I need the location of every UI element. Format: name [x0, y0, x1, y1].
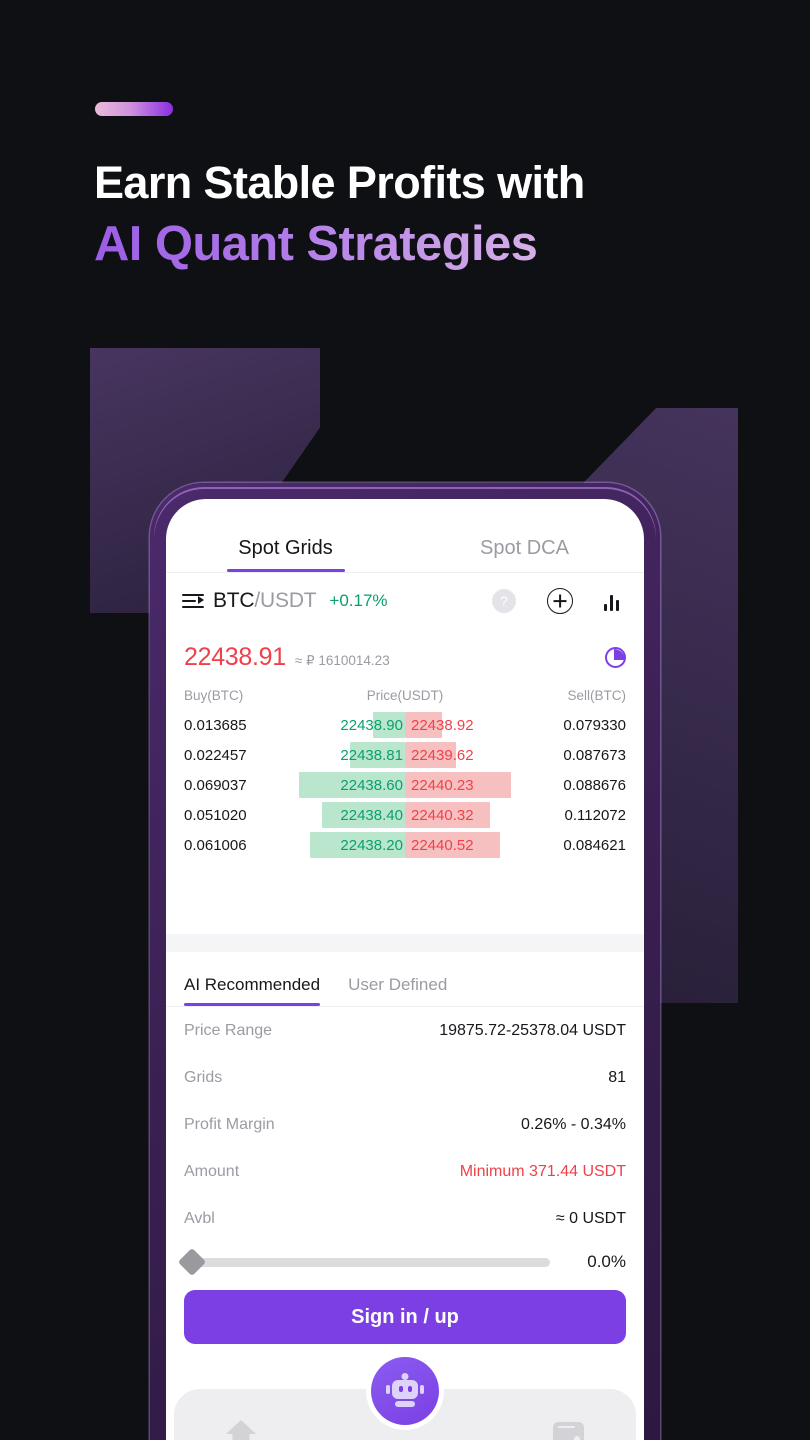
tab-user-defined[interactable]: User Defined	[348, 975, 447, 1006]
bid-price: 22438.20	[340, 836, 403, 854]
ask-price: 22438.92	[410, 716, 474, 734]
order-book-header: Buy(BTC) Price(USDT) Sell(BTC)	[184, 688, 626, 703]
last-price-converted: ≈ ₽ 1610014.23	[294, 653, 390, 668]
tab-ai-recommended-label: AI Recommended	[184, 975, 321, 994]
detail-label: Price Range	[184, 1021, 273, 1039]
col-sell-header: Sell(BTC)	[567, 688, 626, 703]
bid-price-cell: 22438.40	[299, 800, 405, 830]
detail-row: Profit Margin 0.26% - 0.34%	[166, 1101, 644, 1148]
ask-price: 22440.52	[410, 836, 474, 854]
detail-value: 81	[608, 1068, 626, 1086]
detail-row: Grids 81	[166, 1054, 644, 1101]
ask-price-cell: 22440.52	[404, 830, 511, 860]
robot-icon[interactable]	[371, 1357, 439, 1425]
filter-list-icon[interactable]	[182, 593, 204, 609]
sell-qty: 0.079330	[563, 716, 626, 734]
tab-spot-grids[interactable]: Spot Grids	[166, 537, 405, 572]
amount-slider-row: 0.0%	[166, 1242, 644, 1277]
ask-price: 22439.62	[410, 746, 474, 764]
detail-row: Price Range 19875.72-25378.04 USDT	[166, 1007, 644, 1054]
ask-price-cell: 22438.92	[404, 710, 511, 740]
strategy-details: Price Range 19875.72-25378.04 USDT Grids 81…	[166, 1007, 644, 1242]
home-icon[interactable]	[226, 1420, 256, 1440]
detail-value: 0.26% - 0.34%	[521, 1115, 626, 1133]
trading-pair[interactable]: BTC/USDT	[213, 589, 317, 613]
hero-headline: Earn Stable Profits with AI Quant Strate…	[94, 157, 774, 272]
bid-price: 22438.81	[340, 746, 403, 764]
pair-quote: USDT	[260, 589, 317, 612]
robot-glyph	[386, 1373, 424, 1409]
order-book-row[interactable]: 0.013685 22438.90 22438.92 0.079330	[184, 710, 626, 740]
sell-qty: 0.088676	[563, 776, 626, 794]
ask-price-cell: 22440.32	[404, 800, 511, 830]
plus-circle-icon[interactable]	[547, 588, 573, 614]
ask-price: 22440.23	[410, 776, 474, 794]
help-icon[interactable]: ?	[492, 589, 516, 613]
order-book-row[interactable]: 0.061006 22438.20 22440.52 0.084621	[184, 830, 626, 860]
ticker-bar: BTC/USDT +0.17% ?	[166, 573, 644, 629]
ask-price-cell: 22439.62	[404, 740, 511, 770]
detail-label: Profit Margin	[184, 1115, 275, 1133]
price-change-badge: +0.17%	[329, 591, 388, 610]
top-tab-bar: Spot Grids Spot DCA	[166, 499, 644, 572]
strategy-tab-bar: AI Recommended User Defined	[166, 952, 644, 1006]
buy-qty: 0.022457	[184, 746, 247, 764]
slider-percent-label: 0.0%	[587, 1252, 626, 1271]
buy-qty: 0.051020	[184, 806, 247, 824]
headline-line-2: AI Quant Strategies	[94, 217, 774, 272]
detail-value: 19875.72-25378.04 USDT	[439, 1021, 626, 1039]
tab-ai-recommended[interactable]: AI Recommended	[184, 975, 321, 1006]
cta-wrap: Sign in / up	[166, 1272, 644, 1344]
buy-qty: 0.013685	[184, 716, 247, 734]
order-book-row[interactable]: 0.051020 22438.40 22440.32 0.112072	[184, 800, 626, 830]
order-book-row[interactable]: 0.022457 22438.81 22439.62 0.087673	[184, 740, 626, 770]
col-buy-header: Buy(BTC)	[184, 688, 244, 703]
bid-price-cell: 22438.81	[299, 740, 405, 770]
tab-spot-grids-label: Spot Grids	[238, 537, 333, 559]
detail-label: Amount	[184, 1162, 240, 1180]
bid-price: 22438.40	[340, 806, 403, 824]
pie-chart-icon[interactable]	[605, 647, 626, 668]
amount-slider[interactable]	[177, 1247, 550, 1277]
sell-qty: 0.112072	[564, 806, 626, 824]
bar-chart-icon[interactable]	[604, 591, 628, 611]
tab-user-defined-label: User Defined	[348, 975, 448, 994]
price-row: 22438.91 ≈ ₽ 1610014.23	[166, 629, 644, 682]
wallet-icon[interactable]	[553, 1421, 584, 1440]
bid-price: 22438.90	[340, 716, 403, 734]
sell-qty: 0.084621	[563, 836, 626, 854]
buy-qty: 0.069037	[184, 776, 247, 794]
page-root: Earn Stable Profits with AI Quant Strate…	[0, 0, 810, 1440]
detail-label: Grids	[184, 1068, 223, 1086]
pair-base: BTC	[213, 589, 255, 612]
sign-in-up-button[interactable]: Sign in / up	[184, 1290, 626, 1344]
bid-price-cell: 22438.20	[299, 830, 405, 860]
order-book: Buy(BTC) Price(USDT) Sell(BTC) 0.013685 2…	[166, 682, 644, 860]
order-book-row[interactable]: 0.069037 22438.60 22440.23 0.088676	[184, 770, 626, 800]
detail-value: ≈ 0 USDT	[555, 1209, 626, 1227]
detail-row: Avbl ≈ 0 USDT	[166, 1195, 644, 1242]
bid-price: 22438.60	[340, 776, 403, 794]
tab-spot-dca[interactable]: Spot DCA	[405, 537, 644, 572]
ask-price: 22440.32	[410, 806, 474, 824]
section-divider	[166, 934, 644, 952]
tab-spot-dca-label: Spot DCA	[480, 537, 569, 559]
phone-mockup: Spot Grids Spot DCA BTC/USDT +0.17% ? 22…	[150, 483, 660, 1440]
accent-bar	[95, 102, 173, 116]
sell-qty: 0.087673	[563, 746, 626, 764]
buy-qty: 0.061006	[184, 836, 247, 854]
detail-label: Avbl	[184, 1209, 215, 1227]
order-book-rows: 0.013685 22438.90 22438.92 0.079330 0.022457…	[184, 710, 626, 860]
headline-line-1: Earn Stable Profits with	[94, 157, 585, 208]
ask-price-cell: 22440.23	[404, 770, 512, 800]
bid-price-cell: 22438.90	[299, 710, 405, 740]
last-price: 22438.91	[184, 643, 286, 671]
detail-row: Amount Minimum 371.44 USDT	[166, 1148, 644, 1195]
bid-price-cell: 22438.60	[298, 770, 405, 800]
col-price-header: Price(USDT)	[366, 688, 444, 703]
detail-value: Minimum 371.44 USDT	[459, 1162, 626, 1180]
phone-screen: Spot Grids Spot DCA BTC/USDT +0.17% ? 22…	[166, 499, 644, 1440]
